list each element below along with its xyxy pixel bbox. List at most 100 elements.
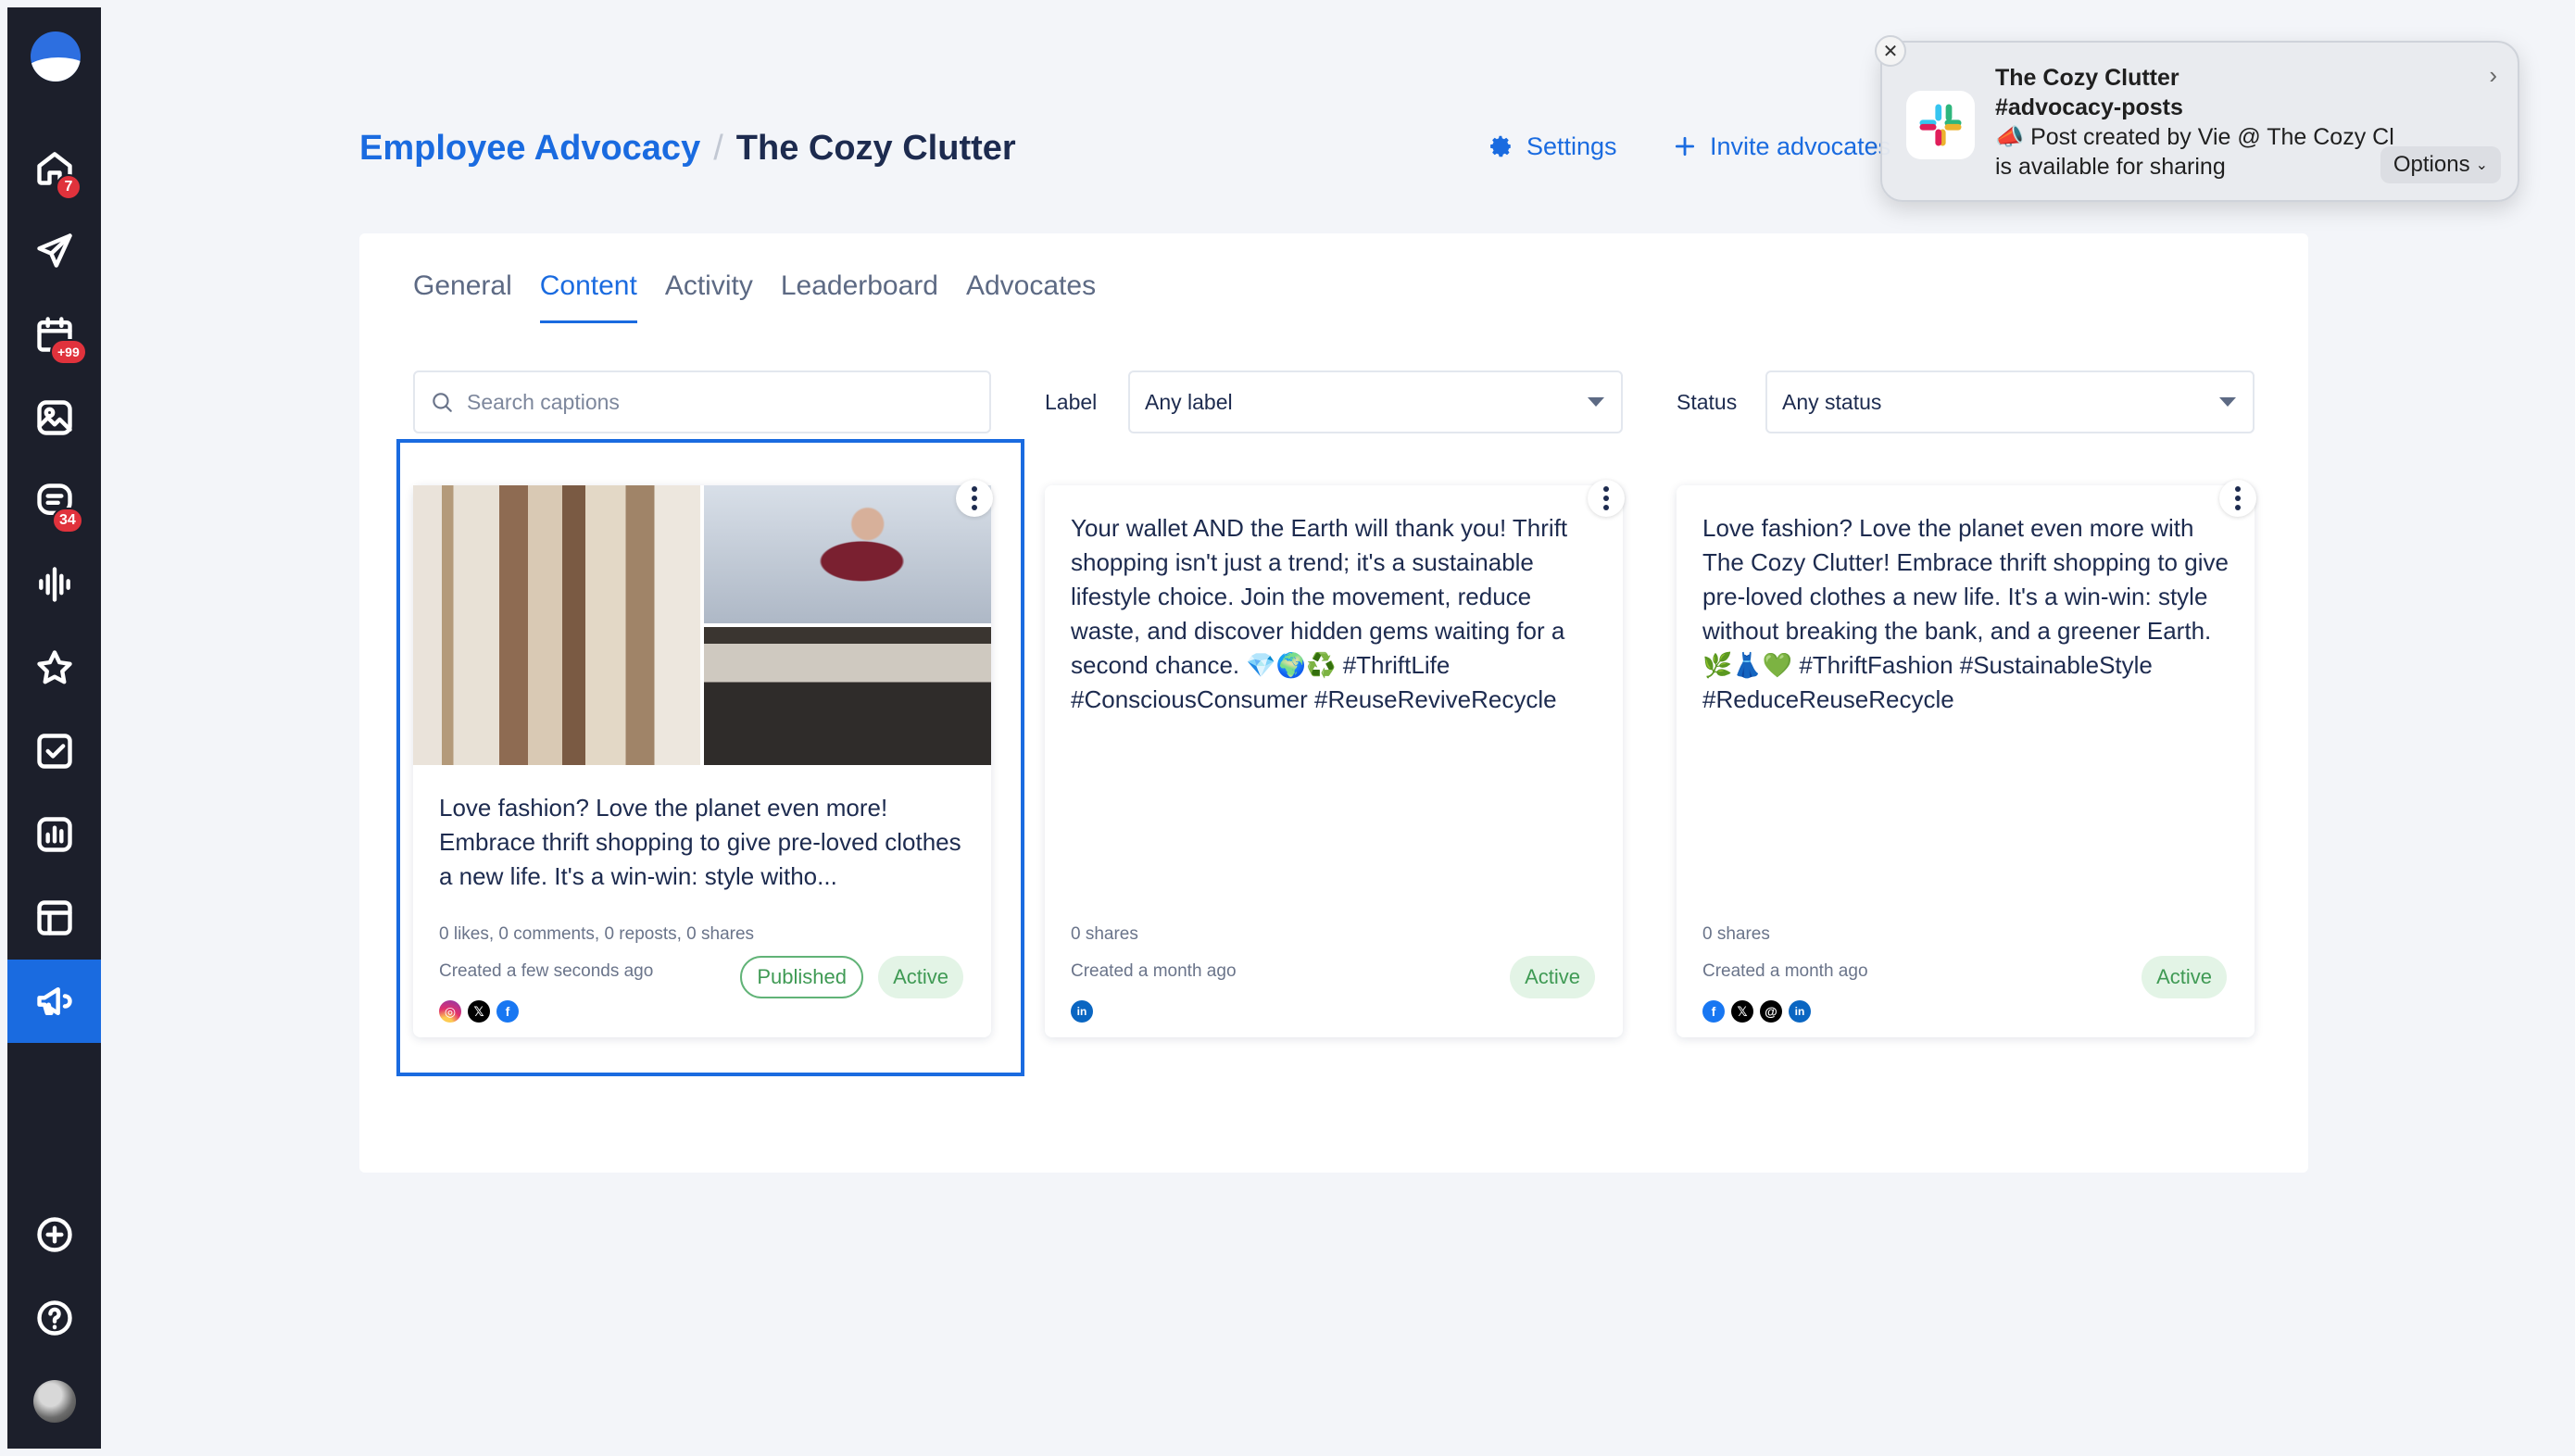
tab-advocates[interactable]: Advocates: [966, 270, 1096, 323]
notification-message: 📣 Post created by Vie @ The Cozy Clutter: [1995, 124, 2393, 150]
slack-notification[interactable]: ✕ The Cozy Clutter #advocacy-posts 📣 Pos…: [1875, 35, 2519, 202]
add-icon: [36, 1217, 72, 1252]
notification-workspace: The Cozy Clutter: [1995, 65, 2179, 91]
tab-leaderboard[interactable]: Leaderboard: [781, 270, 938, 323]
search-box: [413, 370, 991, 433]
nav-layout[interactable]: [7, 876, 101, 960]
tab-content[interactable]: Content: [539, 270, 637, 323]
chevron-down-icon: [2219, 397, 2236, 407]
nav-advocacy[interactable]: [7, 960, 101, 1043]
network-icons: ◎ 𝕏 f: [439, 1000, 519, 1023]
status-filter-title: Status: [1677, 389, 1738, 414]
send-icon: [36, 233, 72, 268]
search-icon: [433, 393, 452, 412]
post-card[interactable]: Your wallet AND the Earth will thank you…: [1045, 480, 1625, 1037]
nav-reviews[interactable]: [7, 626, 101, 709]
network-icons: in: [1071, 1000, 1093, 1023]
facebook-icon: f: [1702, 1000, 1725, 1023]
post-card[interactable]: Love fashion? Love the planet even more!…: [413, 480, 993, 1037]
nav-help[interactable]: [7, 1276, 101, 1360]
tasks-icon: [36, 734, 72, 769]
post-stats: 0 likes, 0 comments, 0 reposts, 0 shares: [439, 924, 755, 944]
label-filter-title: Label: [1045, 389, 1098, 414]
post-caption: Love fashion? Love the planet even more …: [1702, 514, 2229, 713]
label-select[interactable]: Any label: [1128, 370, 1623, 433]
status-select-value: Any status: [1782, 389, 1882, 414]
post-created: Created a few seconds ago: [439, 961, 654, 981]
close-icon[interactable]: ✕: [1875, 35, 1906, 67]
status-select[interactable]: Any status: [1765, 370, 2255, 433]
breadcrumb-separator: /: [713, 128, 723, 168]
nav-add[interactable]: [7, 1193, 101, 1276]
settings-label: Settings: [1526, 132, 1617, 160]
calendar-count-badge: +99: [50, 339, 87, 365]
listening-icon: [38, 567, 70, 602]
media-library-icon: [36, 400, 72, 435]
app-logo[interactable]: [31, 31, 81, 82]
settings-button[interactable]: Settings: [1489, 119, 1617, 174]
nav-tasks[interactable]: [7, 709, 101, 793]
x-icon: 𝕏: [1731, 1000, 1753, 1023]
plus-icon: [1675, 136, 1695, 157]
breadcrumb-link[interactable]: Employee Advocacy: [359, 129, 700, 169]
help-icon: [36, 1300, 72, 1336]
slack-logo-icon: [1906, 91, 1975, 159]
nav-media[interactable]: [7, 376, 101, 459]
notification-options-button[interactable]: Options ⌄: [2380, 146, 2501, 183]
post-media-grid[interactable]: [413, 485, 991, 765]
post-stats: 0 shares: [1702, 924, 1770, 944]
chevron-down-icon: ⌄: [2475, 157, 2488, 173]
post-image: [704, 627, 991, 765]
nav-home[interactable]: 7: [7, 126, 101, 209]
status-badge: Active: [1510, 956, 1595, 998]
linkedin-icon: in: [1071, 1000, 1093, 1023]
published-badge: Published: [740, 956, 863, 998]
analytics-icon: [36, 817, 72, 852]
notification-body: 📣 Post created by Vie @ The Cozy Clutter…: [1995, 122, 2393, 182]
notification-channel: #advocacy-posts: [1995, 94, 2183, 120]
inbox-count-badge: 34: [52, 508, 83, 533]
label-select-value: Any label: [1145, 389, 1233, 414]
content-panel: General Content Activity Leaderboard Adv…: [359, 233, 2308, 1173]
nav-inbox[interactable]: 34: [7, 459, 101, 543]
post-image: [413, 485, 700, 765]
nav-profile[interactable]: [7, 1360, 101, 1443]
avatar: [32, 1380, 76, 1423]
notification-count-badge: 7: [56, 174, 82, 200]
chevron-right-icon[interactable]: ›: [2489, 61, 2497, 90]
threads-icon: @: [1760, 1000, 1782, 1023]
tab-activity[interactable]: Activity: [665, 270, 753, 323]
invite-advocates-button[interactable]: Invite advocates: [1673, 119, 1895, 174]
page-title: The Cozy Clutter: [735, 128, 1016, 168]
star-icon: [36, 650, 72, 684]
linkedin-icon: in: [1789, 1000, 1811, 1023]
nav-analytics[interactable]: [7, 793, 101, 876]
invite-label: Invite advocates: [1710, 132, 1891, 160]
facebook-icon: f: [496, 1000, 519, 1023]
post-stats: 0 shares: [1071, 924, 1138, 944]
breadcrumb: Employee Advocacy / The Cozy Clutter: [359, 120, 1016, 176]
search-input[interactable]: [467, 389, 948, 415]
gear-icon: [1490, 135, 1511, 157]
post-image: [704, 485, 991, 623]
status-badge: Active: [2142, 956, 2227, 998]
nav-calendar[interactable]: +99: [7, 293, 101, 376]
chevron-down-icon: [1588, 397, 1604, 407]
notification-title: The Cozy Clutter #advocacy-posts: [1995, 63, 2183, 122]
sidebar: 7 +99 34: [7, 7, 101, 1449]
tab-general[interactable]: General: [413, 270, 512, 323]
notification-message: is available for sharing: [1995, 154, 2226, 180]
post-caption: Love fashion? Love the planet even more!…: [439, 794, 961, 890]
more-options-button[interactable]: [956, 480, 993, 517]
post-created: Created a month ago: [1071, 961, 1237, 981]
megaphone-icon: [36, 986, 72, 1016]
status-badge: Active: [878, 956, 963, 998]
network-icons: f 𝕏 @ in: [1702, 1000, 1811, 1023]
nav-listening[interactable]: [7, 543, 101, 626]
tab-bar: General Content Activity Leaderboard Adv…: [413, 270, 1096, 323]
options-label: Options: [2393, 152, 2470, 177]
post-card[interactable]: Love fashion? Love the planet even more …: [1677, 480, 2256, 1037]
post-created: Created a month ago: [1702, 961, 1868, 981]
x-icon: 𝕏: [468, 1000, 490, 1023]
nav-publish[interactable]: [7, 209, 101, 293]
